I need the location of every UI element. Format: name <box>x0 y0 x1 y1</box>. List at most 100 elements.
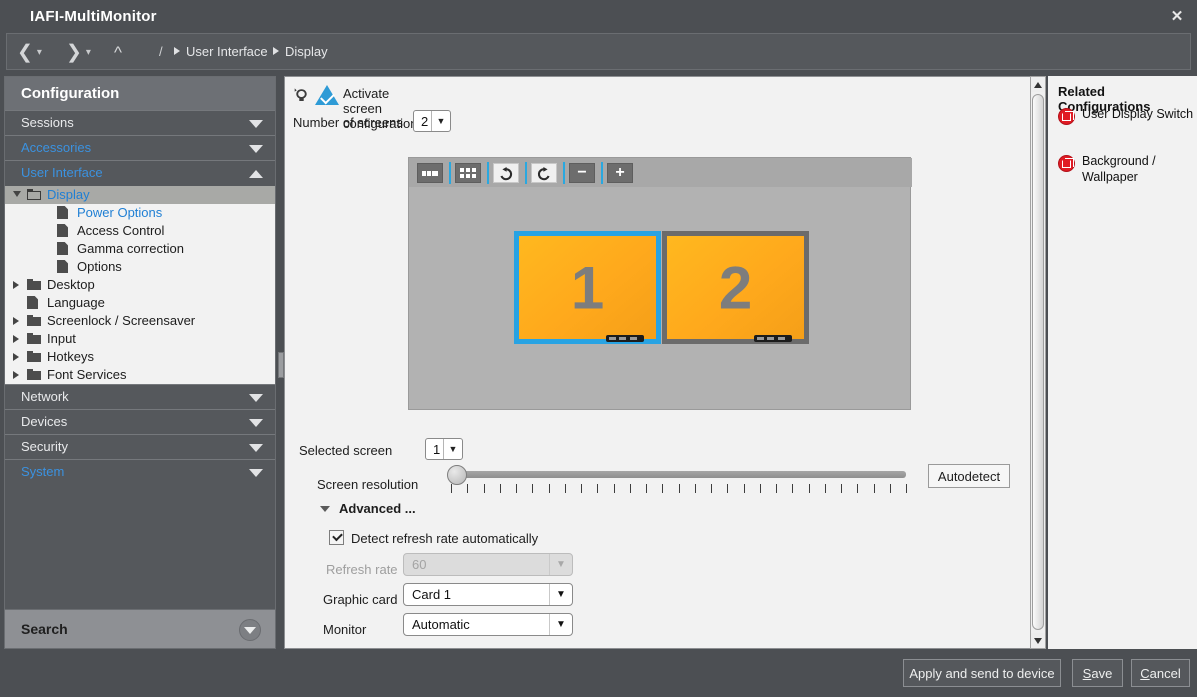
sidebar-tree-item-input[interactable]: Input <box>5 330 275 348</box>
reset-icon[interactable] <box>293 87 310 103</box>
sidebar-category-accessories[interactable]: Accessories <box>5 135 275 160</box>
sidebar-tree-item-label: Input <box>47 330 76 348</box>
sidebar-tree-item-font-services[interactable]: Font Services <box>5 366 275 384</box>
plus-icon[interactable]: + <box>607 163 633 183</box>
slider-tick <box>516 484 517 493</box>
detect-refresh-rate-checkbox[interactable] <box>329 530 344 545</box>
slider-tick <box>792 484 793 493</box>
sidebar-splitter[interactable] <box>276 76 284 649</box>
slider-tick <box>890 484 891 493</box>
chevron-down-icon <box>249 469 263 477</box>
sidebar-tree-item-hotkeys[interactable]: Hotkeys <box>5 348 275 366</box>
sidebar-category-label: System <box>21 464 64 479</box>
sidebar-tree-item-gamma-correction[interactable]: Gamma correction <box>5 240 275 258</box>
chevron-right-icon[interactable] <box>13 371 19 379</box>
slider-tick <box>565 484 566 493</box>
chevron-down-icon[interactable]: ▼ <box>549 584 572 605</box>
screen-resolution-label: Screen resolution <box>317 477 418 492</box>
chevron-down-icon[interactable]: ▼ <box>549 614 572 635</box>
slider-tick <box>484 484 485 493</box>
sidebar-category-system[interactable]: System <box>5 459 275 484</box>
monitor-preview-2[interactable]: 2 <box>662 231 809 344</box>
sidebar-tree-item-language[interactable]: Language <box>5 294 275 312</box>
sidebar-category-user-interface[interactable]: User Interface <box>5 160 275 185</box>
autodetect-label: Autodetect <box>938 469 1000 484</box>
sidebar-tree-item-screenlock-screensaver[interactable]: Screenlock / Screensaver <box>5 312 275 330</box>
sidebar-tree-item-display[interactable]: Display <box>5 186 275 204</box>
monitor-stand-icon <box>754 335 792 342</box>
sidebar-category-label: Network <box>21 389 69 404</box>
chevron-down-icon[interactable]: ▼ <box>432 116 450 126</box>
slider-tick <box>695 484 696 493</box>
chevron-down-icon[interactable] <box>239 619 261 641</box>
scroll-up-icon[interactable] <box>1031 77 1045 92</box>
chevron-down-icon[interactable]: ▾ <box>86 47 91 58</box>
chevron-right-icon[interactable] <box>13 353 19 361</box>
slider-tick <box>614 484 615 493</box>
graphic-card-select[interactable]: Card 1 ▼ <box>403 583 573 606</box>
screen-resolution-slider-track[interactable] <box>451 471 906 478</box>
toolbar-divider <box>525 162 527 184</box>
folder-open-icon <box>27 189 41 200</box>
chevron-down-icon <box>249 145 263 153</box>
slider-tick <box>776 484 777 493</box>
related-configurations-panel: Related Configurations User Display Swit… <box>1048 76 1197 649</box>
sidebar-tree-item-access-control[interactable]: Access Control <box>5 222 275 240</box>
monitor-preview-1[interactable]: 1 <box>514 231 661 344</box>
layout-grid-icon[interactable] <box>455 163 481 183</box>
slider-tick <box>467 484 468 493</box>
external-link-icon <box>1058 155 1075 172</box>
sidebar-tree-item-desktop[interactable]: Desktop <box>5 276 275 294</box>
sidebar-category-sessions[interactable]: Sessions <box>5 110 275 135</box>
breadcrumb-root[interactable]: / <box>159 44 163 59</box>
main-vertical-scrollbar[interactable] <box>1030 76 1046 649</box>
screen-resolution-slider-handle[interactable] <box>447 465 467 485</box>
chevron-right-icon[interactable] <box>13 281 19 289</box>
number-of-screens-spinner[interactable]: 2 ▼ <box>413 110 451 132</box>
slider-tick <box>646 484 647 493</box>
sidebar-tree-item-label: Power Options <box>77 204 162 222</box>
file-icon <box>57 206 68 219</box>
slider-tick <box>727 484 728 493</box>
breadcrumb-item-user-interface[interactable]: User Interface <box>186 44 268 59</box>
footer-bar: Apply and send to device Save Cancel <box>0 649 1197 697</box>
minus-icon[interactable]: − <box>569 163 595 183</box>
autodetect-button[interactable]: Autodetect <box>928 464 1010 488</box>
save-button[interactable]: Save <box>1072 659 1123 687</box>
scroll-down-icon[interactable] <box>1031 633 1045 648</box>
chevron-down-icon[interactable]: ▾ <box>37 47 42 58</box>
rotate-right-icon[interactable] <box>531 163 557 183</box>
chevron-down-icon[interactable] <box>13 191 21 197</box>
sidebar-category-security[interactable]: Security <box>5 434 275 459</box>
close-icon[interactable]: ✕ <box>1165 6 1189 28</box>
slider-tick <box>841 484 842 493</box>
cancel-button[interactable]: Cancel <box>1131 659 1190 687</box>
up-button[interactable]: ^ <box>114 39 122 65</box>
save-label: Save <box>1083 666 1113 681</box>
chevron-right-icon[interactable] <box>13 317 19 325</box>
sidebar-tree-item-power-options[interactable]: Power Options <box>5 204 275 222</box>
back-button[interactable]: ❮ ▾ <box>17 39 42 65</box>
sidebar-tree-item-options[interactable]: Options <box>5 258 275 276</box>
monitor-select[interactable]: Automatic ▼ <box>403 613 573 636</box>
breadcrumb-arrow-icon <box>174 47 180 55</box>
forward-button[interactable]: ❯ ▾ <box>66 39 91 65</box>
chevron-right-icon[interactable] <box>13 335 19 343</box>
selected-screen-spinner[interactable]: 1 ▼ <box>425 438 463 460</box>
sidebar-search-panel[interactable]: Search <box>5 609 275 648</box>
screen-layout-preview[interactable]: − + 1 2 <box>408 157 911 410</box>
sidebar-category-devices[interactable]: Devices <box>5 409 275 434</box>
rotate-left-icon[interactable] <box>493 163 519 183</box>
slider-tick <box>451 484 452 493</box>
breadcrumb-item-display[interactable]: Display <box>285 44 328 59</box>
apply-and-send-button[interactable]: Apply and send to device <box>903 659 1061 687</box>
sidebar-category-network[interactable]: Network <box>5 384 275 409</box>
advanced-toggle-icon[interactable] <box>320 506 330 512</box>
scrollbar-thumb[interactable] <box>1032 94 1044 630</box>
blue-check-triangle-icon[interactable] <box>315 85 339 105</box>
chevron-down-icon[interactable]: ▼ <box>444 444 462 454</box>
slider-tick <box>874 484 875 493</box>
layout-row-icon[interactable] <box>417 163 443 183</box>
monitor-stand-icon <box>606 335 644 342</box>
slider-tick <box>630 484 631 493</box>
